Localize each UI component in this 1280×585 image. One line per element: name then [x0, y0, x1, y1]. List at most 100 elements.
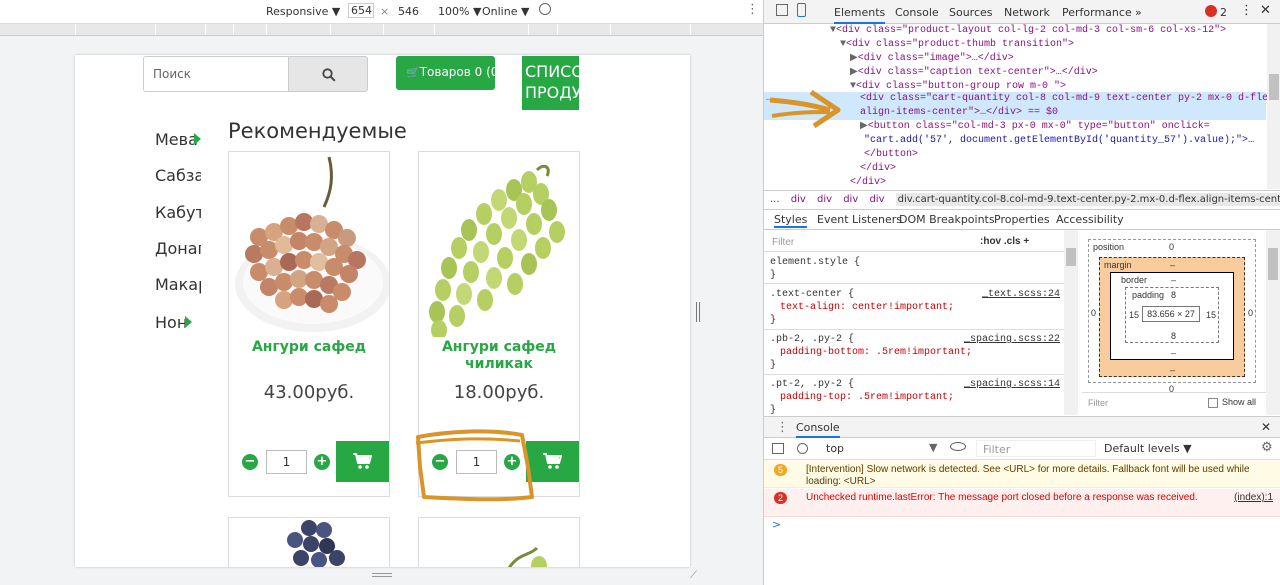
inspect-icon[interactable] [776, 4, 788, 16]
tab-event-listeners[interactable]: Event Listeners [817, 213, 902, 226]
rotate-icon[interactable] [539, 3, 551, 15]
more-options-icon[interactable]: ⋮ [746, 2, 759, 17]
devtools-tabbar: Elements Console Sources Network Perform… [764, 0, 1280, 24]
dom-node[interactable]: </button> [864, 148, 918, 162]
dom-node[interactable]: ▶<button class="col-md-3 px-0 mx-0" type… [860, 120, 1210, 134]
styles-pane: Filter :hov .cls + element.style { } .te… [764, 230, 1064, 415]
style-rule[interactable]: .pt-2, .py-2 { _spacing.scss:14 padding-… [764, 376, 1064, 415]
product-list-button[interactable]: СПИСОК ПРОДУ [522, 56, 579, 110]
tab-network[interactable]: Network [1004, 6, 1050, 19]
style-rule[interactable]: .text-center { _text.scss:24 text-align:… [764, 286, 1064, 330]
warning-count-badge: 5 [774, 464, 788, 476]
tab-properties[interactable]: Properties [994, 213, 1050, 226]
resize-corner-icon[interactable]: ⟋ [690, 570, 697, 581]
cart-button[interactable]: 🛒Товаров 0 (0.00руб.) [396, 56, 495, 90]
styles-tabbar: Styles Event Listeners DOM Breakpoints P… [764, 210, 1280, 230]
quantity-input[interactable]: 1 [266, 450, 307, 474]
dom-node[interactable]: ▼<div class="product-layout col-lg-2 col… [830, 24, 1226, 38]
dom-node[interactable]: ▶<div class="caption text-center">…</div… [850, 66, 1098, 80]
breadcrumb-item[interactable]: div [791, 194, 806, 205]
page-viewport: Поиск 🛒Товаров 0 (0.00руб.) СПИСОК ПРОДУ… [75, 55, 690, 567]
clear-console-icon[interactable] [797, 443, 808, 454]
rule-source-link[interactable]: _spacing.scss:14 [964, 378, 1060, 391]
eye-icon[interactable] [950, 442, 966, 451]
tab-elements[interactable]: Elements [834, 6, 886, 24]
search-input[interactable]: Поиск [143, 56, 289, 92]
computed-filter-input[interactable]: Filter [1088, 398, 1108, 408]
console-filter-input[interactable]: Filter [976, 440, 1096, 457]
search-icon [322, 68, 336, 82]
add-to-cart-button[interactable] [336, 441, 389, 482]
resize-handle-bottom[interactable] [372, 573, 392, 577]
context-dropdown-icon[interactable]: ▼ [929, 441, 937, 454]
plus-icon[interactable]: + [314, 454, 330, 470]
tab-console[interactable]: Console [895, 6, 939, 19]
drawer-menu-icon[interactable]: ⋮ [776, 420, 789, 435]
more-options-icon[interactable]: ⋮ [1240, 3, 1253, 18]
width-input[interactable]: 654 [348, 3, 374, 18]
rule-close: } [770, 360, 777, 371]
minus-icon[interactable]: − [242, 454, 258, 470]
category-fruits[interactable]: Мева [155, 130, 215, 149]
show-all-checkbox[interactable] [1208, 398, 1218, 408]
breadcrumb-item[interactable]: ... [770, 194, 780, 205]
zoom-dropdown[interactable]: 100% ▼ [438, 5, 481, 18]
tab-accessibility[interactable]: Accessibility [1056, 213, 1124, 226]
grape-vine-image[interactable] [419, 518, 579, 567]
tab-dom-breakpoints[interactable]: DOM Breakpoints [899, 213, 995, 226]
dom-node[interactable]: </div> [850, 176, 886, 190]
close-icon[interactable]: ✕ [1261, 420, 1271, 434]
height-input[interactable]: 546 [398, 5, 419, 18]
breadcrumb-item-active[interactable]: div.cart-quantity.col-8.col-md-9.text-ce… [895, 193, 1280, 206]
style-rule[interactable]: .pb-2, .py-2 { _spacing.scss:22 padding-… [764, 331, 1064, 375]
tab-sources[interactable]: Sources [949, 6, 993, 19]
category-bread[interactable]: Нон [155, 313, 185, 332]
close-icon[interactable]: ✕ [1260, 3, 1271, 18]
resize-handle-side[interactable] [696, 302, 700, 322]
context-selector[interactable]: top [826, 442, 844, 455]
rule-source-link[interactable]: _text.scss:24 [982, 288, 1060, 301]
red-grapes-image[interactable] [229, 152, 389, 337]
gear-icon[interactable]: ⚙ [1261, 440, 1273, 455]
rule-source-link[interactable]: _spacing.scss:22 [964, 333, 1060, 346]
styles-filter-input[interactable]: Filter [772, 236, 794, 249]
breadcrumb-item[interactable]: div [817, 194, 832, 205]
console-prompt[interactable]: > [772, 518, 781, 531]
style-rule[interactable]: element.style { } [764, 254, 1064, 284]
product-price: 18.00руб. [453, 382, 545, 403]
device-toggle-icon[interactable] [797, 3, 806, 17]
dark-grapes-image[interactable] [229, 518, 389, 567]
rule-property[interactable]: text-align: center!important; [770, 301, 1058, 314]
product-name[interactable]: Ангури сафед чиликак [419, 339, 579, 373]
error-count[interactable]: 2 [1220, 6, 1227, 19]
category-pasta[interactable]: Макар [155, 275, 201, 294]
dom-node[interactable]: ▶<div class="image">…</div> [850, 52, 1014, 66]
tab-more[interactable]: » [1135, 6, 1142, 19]
error-source-link[interactable]: (index):1 [1234, 492, 1273, 504]
default-levels-dropdown[interactable]: Default levels ▼ [1104, 442, 1192, 455]
elements-scrollbar[interactable] [1267, 24, 1280, 189]
product-name[interactable]: Ангури сафед [229, 339, 389, 356]
breadcrumb-item[interactable]: div [843, 194, 858, 205]
category-kabuti[interactable]: Кабуті [155, 203, 201, 222]
cart-icon [543, 453, 562, 469]
breadcrumb-item[interactable]: div [869, 194, 884, 205]
rule-property[interactable]: padding-bottom: .5rem!important; [770, 346, 1058, 359]
search-button[interactable] [288, 56, 368, 92]
throttle-dropdown[interactable]: Online ▼ [482, 5, 529, 18]
boxmodel-scrollbar[interactable] [1266, 230, 1280, 415]
category-grains[interactable]: Донаг [155, 239, 201, 258]
tab-performance[interactable]: Performance [1062, 6, 1132, 19]
styles-scrollbar[interactable] [1064, 230, 1078, 415]
rule-property[interactable]: padding-top: .5rem!important; [770, 391, 1058, 404]
tab-console-drawer[interactable]: Console [796, 421, 840, 438]
category-vegetables[interactable]: Сабза [155, 166, 201, 185]
sidebar-toggle-icon[interactable] [772, 443, 784, 454]
tab-styles[interactable]: Styles [774, 213, 808, 228]
error-icon[interactable] [1205, 5, 1217, 17]
responsive-dropdown[interactable]: Responsive ▼ [266, 5, 340, 18]
hov-cls-toggles[interactable]: :hov .cls + [980, 235, 1029, 248]
green-grapes-image[interactable] [419, 152, 579, 337]
dom-node[interactable]: ▼<div class="product-thumb transition"> [840, 38, 1074, 52]
dom-node[interactable]: </div> [860, 162, 896, 176]
